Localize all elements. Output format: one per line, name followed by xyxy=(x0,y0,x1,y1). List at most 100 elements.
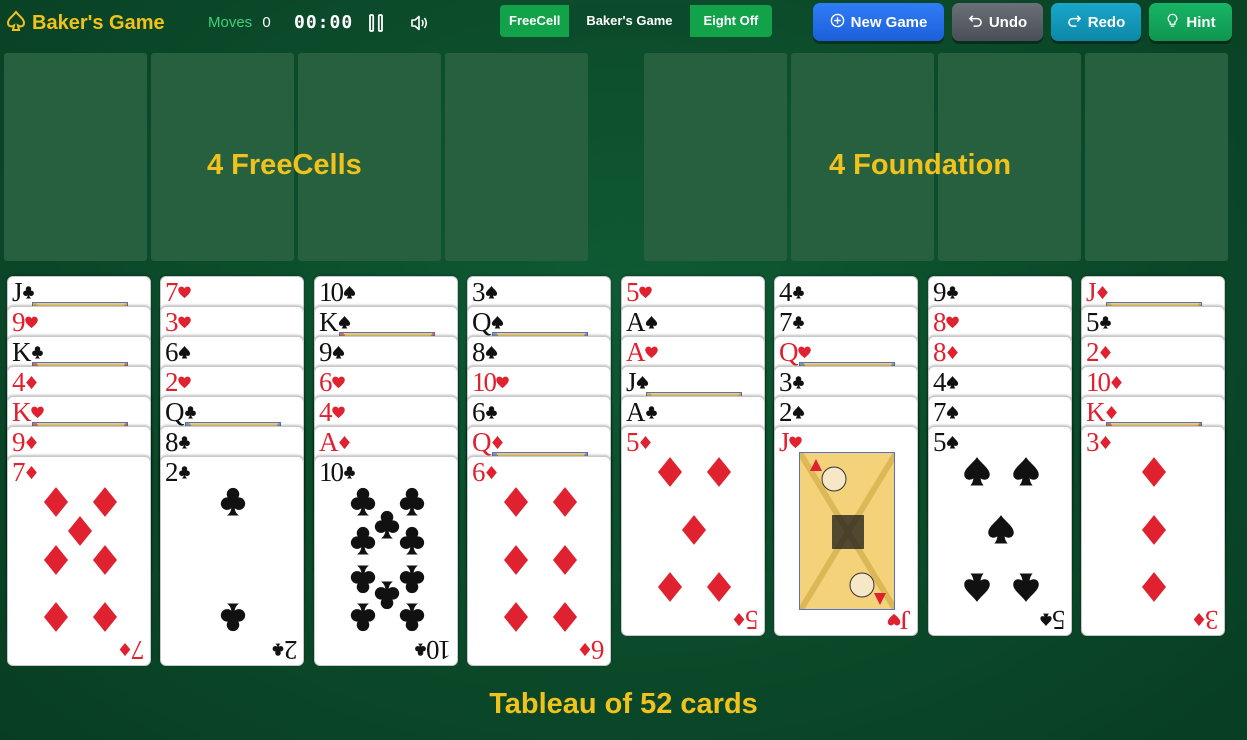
variant-switch: FreeCell Baker's Game Eight Off xyxy=(500,5,773,37)
card-rank-index: 6 xyxy=(319,368,346,397)
club-icon xyxy=(342,465,357,484)
club-icon xyxy=(177,465,192,484)
card-rank: A xyxy=(319,427,338,457)
heart-icon xyxy=(177,315,192,334)
card-rank-index: 9 xyxy=(319,338,346,367)
playing-card[interactable]: 22 xyxy=(160,456,304,666)
new-game-label: New Game xyxy=(850,13,928,31)
variant-bakers-game[interactable]: Baker's Game xyxy=(569,5,690,37)
diamond-icon xyxy=(945,345,960,364)
undo-button[interactable]: Undo xyxy=(952,3,1043,41)
moves-counter: Moves 0 xyxy=(208,14,271,31)
heart-icon xyxy=(644,345,659,364)
card-rank: J xyxy=(779,427,789,457)
playing-card[interactable]: J J xyxy=(774,426,918,636)
card-rank: 4 xyxy=(319,397,332,427)
card-rank: 3 xyxy=(1206,605,1219,635)
card-rank: 10 xyxy=(428,635,451,665)
spade-outline-icon xyxy=(6,10,26,37)
card-rank-index: A xyxy=(626,308,659,337)
playing-card[interactable]: 66 xyxy=(467,456,611,666)
card-rank: K xyxy=(12,337,31,367)
card-rank: 7 xyxy=(12,457,25,487)
card-rank-index-bottom: 5 xyxy=(732,605,758,635)
club-icon xyxy=(271,638,286,657)
spade-icon xyxy=(945,375,960,394)
club-icon xyxy=(346,600,380,634)
heart-icon xyxy=(945,315,960,334)
redo-button[interactable]: Redo xyxy=(1051,3,1141,41)
tableau-label: Tableau of 52 cards xyxy=(489,688,758,720)
spade-icon xyxy=(644,315,659,334)
diamond-icon xyxy=(702,455,736,489)
variant-eight-off[interactable]: Eight Off xyxy=(689,5,773,37)
card-rank-index: 6 xyxy=(472,458,499,487)
card-rank: J xyxy=(902,605,911,635)
card-rank-index: 4 xyxy=(933,368,960,397)
diamond-icon xyxy=(24,465,39,484)
pause-icon[interactable] xyxy=(366,13,386,33)
playing-card[interactable]: 10 10 xyxy=(314,456,458,666)
hint-button[interactable]: Hint xyxy=(1149,3,1232,41)
card-rank-index: 8 xyxy=(472,338,499,367)
club-icon xyxy=(395,524,429,558)
card-rank: 7 xyxy=(933,397,946,427)
freecell-slot-1[interactable] xyxy=(4,53,147,261)
card-rank: 2 xyxy=(285,635,298,665)
playing-card[interactable]: 55 xyxy=(621,426,765,636)
playing-card[interactable]: 33 xyxy=(1081,426,1225,636)
card-rank-index: 3 xyxy=(472,278,499,307)
card-rank: Q xyxy=(472,427,491,457)
freecell-slot-4[interactable] xyxy=(445,53,588,261)
card-rank-index-bottom: 6 xyxy=(578,635,604,665)
club-icon xyxy=(791,375,806,394)
card-rank: A xyxy=(626,307,645,337)
foundation-slot-1[interactable] xyxy=(644,53,787,261)
foundation-label: 4 Foundation xyxy=(829,149,1012,181)
new-game-button[interactable]: New Game xyxy=(813,3,944,41)
foundation-slot-4[interactable] xyxy=(1085,53,1228,261)
freecells-label: 4 FreeCells xyxy=(207,149,362,181)
undo-label: Undo xyxy=(988,13,1028,31)
court-card-face xyxy=(799,452,895,610)
undo-arrow-icon xyxy=(968,13,983,32)
card-rank-index: 4 xyxy=(12,368,39,397)
card-rank-index: 7 xyxy=(933,398,960,427)
card-rank: A xyxy=(626,337,645,367)
diamond-icon xyxy=(1098,345,1113,364)
diamond-icon xyxy=(1109,375,1124,394)
card-rank: J xyxy=(12,277,22,307)
card-rank-index: 2 xyxy=(1086,338,1113,367)
heart-icon xyxy=(331,375,346,394)
club-icon xyxy=(346,524,380,558)
diamond-icon xyxy=(88,543,122,577)
heart-icon xyxy=(24,315,39,334)
sound-icon[interactable] xyxy=(409,13,429,33)
game-timer: 00:00 xyxy=(294,12,354,33)
diamond-icon xyxy=(24,375,39,394)
card-rank-index: 8 xyxy=(933,338,960,367)
card-rank: K xyxy=(12,397,31,427)
diamond-icon xyxy=(1192,608,1207,627)
card-rank-index: 7 xyxy=(12,458,39,487)
variant-freecell[interactable]: FreeCell xyxy=(500,5,570,37)
card-rank: 9 xyxy=(12,427,25,457)
card-rank: 9 xyxy=(933,277,946,307)
playing-card[interactable]: 77 xyxy=(7,456,151,666)
card-rank: 3 xyxy=(779,367,792,397)
playing-card[interactable]: 55 xyxy=(928,426,1072,636)
club-icon xyxy=(177,435,192,454)
club-icon xyxy=(945,285,960,304)
diamond-icon xyxy=(548,600,582,634)
card-rank: 3 xyxy=(1086,427,1099,457)
card-rank-index: 8 xyxy=(165,428,192,457)
spade-icon xyxy=(960,455,994,489)
spade-icon xyxy=(960,570,994,604)
card-rank-index-bottom: 5 xyxy=(1039,605,1065,635)
diamond-icon xyxy=(1098,435,1113,454)
card-rank: 5 xyxy=(1086,307,1099,337)
card-rank-index-bottom: 2 xyxy=(271,635,298,665)
heart-icon xyxy=(331,405,346,424)
card-rank: A xyxy=(626,397,645,427)
club-icon xyxy=(484,405,499,424)
